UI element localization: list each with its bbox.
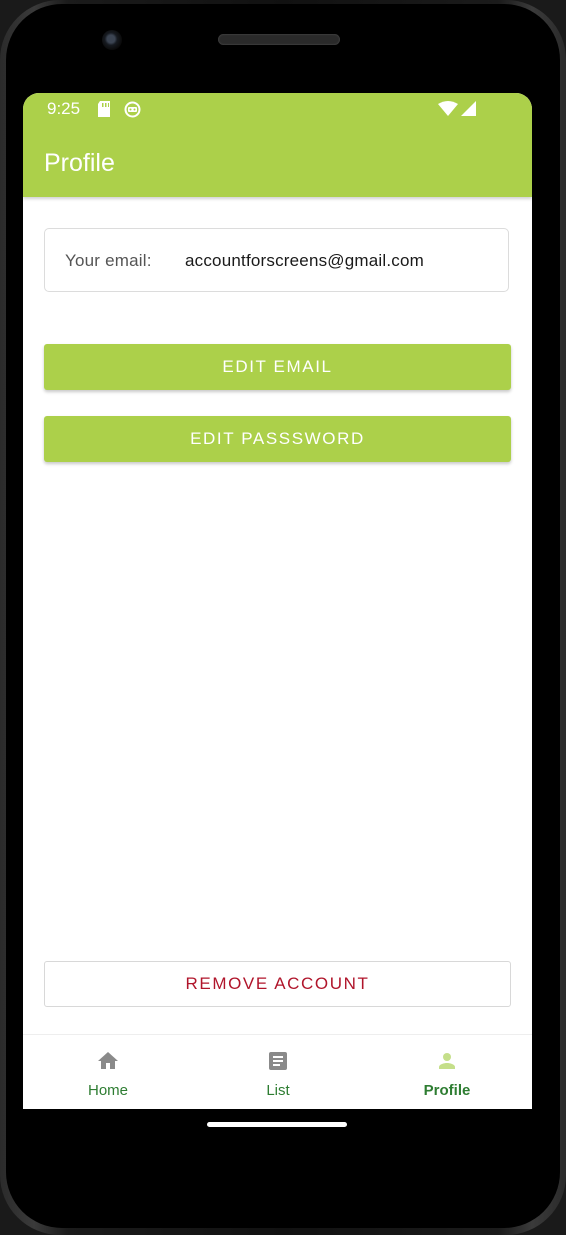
app-notification-icon xyxy=(124,101,141,123)
home-icon xyxy=(96,1049,120,1073)
edit-password-button[interactable]: EDIT PASSSWORD xyxy=(44,416,511,462)
remove-account-button[interactable]: REMOVE ACCOUNT xyxy=(44,961,511,1007)
home-indicator[interactable] xyxy=(207,1122,347,1127)
app-screen: 9:25 Profile Your email: accountforscree… xyxy=(23,93,532,1109)
email-card: Your email: accountforscreens@gmail.com xyxy=(44,228,509,292)
front-camera xyxy=(102,30,122,50)
earpiece-speaker xyxy=(218,34,340,45)
nav-item-profile[interactable]: Profile xyxy=(362,1035,532,1109)
nav-label-list: List xyxy=(266,1082,290,1099)
sd-card-icon xyxy=(97,101,111,122)
bottom-navigation: Home List Profile xyxy=(23,1034,532,1109)
status-time: 9:25 xyxy=(47,99,81,118)
nav-label-profile: Profile xyxy=(423,1082,471,1099)
email-value: accountforscreens@gmail.com xyxy=(185,251,425,270)
page-title: Profile xyxy=(44,149,115,177)
nav-item-home[interactable]: Home xyxy=(23,1035,193,1109)
person-icon xyxy=(435,1049,459,1073)
wifi-icon xyxy=(438,101,458,122)
edit-email-button[interactable]: EDIT EMAIL xyxy=(44,344,511,390)
nav-item-list[interactable]: List xyxy=(193,1035,363,1109)
phone-frame: 9:25 Profile Your email: accountforscree… xyxy=(0,0,566,1235)
nav-label-home: Home xyxy=(87,1082,128,1099)
list-icon xyxy=(266,1049,290,1073)
email-label: Your email: xyxy=(65,251,152,270)
app-bar: 9:25 Profile xyxy=(23,93,532,197)
signal-icon xyxy=(460,101,476,122)
